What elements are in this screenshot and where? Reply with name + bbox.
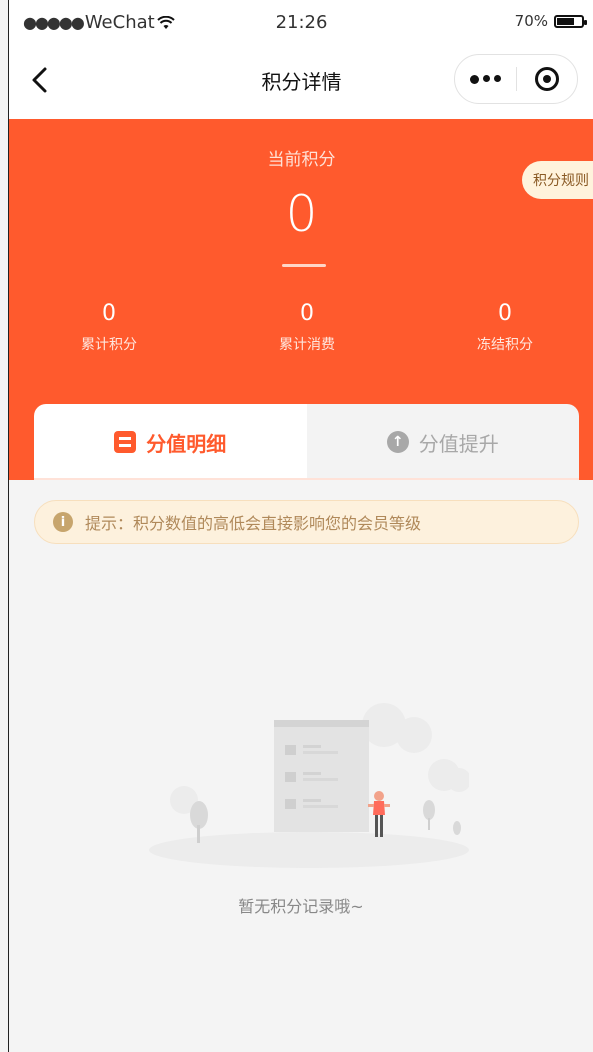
status-bar: ●●●●● WeChat 21:26 70% xyxy=(9,0,593,44)
miniprogram-capsule xyxy=(454,54,578,104)
current-points-label: 当前积分 xyxy=(267,150,336,170)
tip-text: 提示：积分数值的高低会直接影响您的会员等级 xyxy=(85,514,422,533)
stat-value: 0 xyxy=(300,301,314,326)
more-menu-icon[interactable] xyxy=(455,74,516,84)
empty-state-text: 暂无积分记录哦~ xyxy=(238,897,364,916)
arrow-up-circle-icon: ↑ xyxy=(386,431,409,453)
tab-bar: 分值明细 ↑ 分值提升 xyxy=(34,404,579,480)
battery-fill xyxy=(557,17,574,25)
list-icon xyxy=(114,431,137,453)
tab-points-upgrade[interactable]: ↑ 分值提升 xyxy=(306,404,579,480)
stat-frozen: 0 冻结积分 xyxy=(445,301,565,354)
status-right: 70% xyxy=(514,12,587,30)
stat-value: 0 xyxy=(102,301,116,326)
tab-underline xyxy=(34,478,579,480)
stat-label: 累计消费 xyxy=(279,337,335,353)
nav-bar: 积分详情 xyxy=(9,44,593,119)
points-divider xyxy=(282,264,326,267)
points-stats: 0 累计积分 0 累计消费 0 冻结积分 xyxy=(9,301,593,361)
tip-banner: i 提示：积分数值的高低会直接影响您的会员等级 xyxy=(34,500,579,544)
close-capsule-button[interactable] xyxy=(516,67,577,91)
battery-percent: 70% xyxy=(514,12,548,30)
stat-value: 0 xyxy=(498,301,512,326)
stat-total-spent: 0 累计消费 xyxy=(247,301,367,354)
stat-label: 冻结积分 xyxy=(477,337,533,353)
tab-label: 分值提升 xyxy=(418,431,499,456)
status-time: 21:26 xyxy=(275,12,328,33)
tab-label: 分值明细 xyxy=(146,431,227,456)
empty-state-illustration xyxy=(149,703,469,868)
stat-total-earned: 0 累计积分 xyxy=(49,301,169,354)
tab-points-detail[interactable]: 分值明细 xyxy=(34,404,307,480)
app-screen: ●●●●● WeChat 21:26 70% 积分详情 当前积分 0 积分规则 … xyxy=(8,0,593,1052)
info-icon: i xyxy=(53,512,73,532)
points-rules-button[interactable]: 积分规则 xyxy=(522,161,593,199)
current-points-value: 0 xyxy=(285,185,318,243)
battery-icon xyxy=(554,14,587,28)
stat-label: 累计积分 xyxy=(81,337,137,353)
target-icon xyxy=(534,67,559,91)
